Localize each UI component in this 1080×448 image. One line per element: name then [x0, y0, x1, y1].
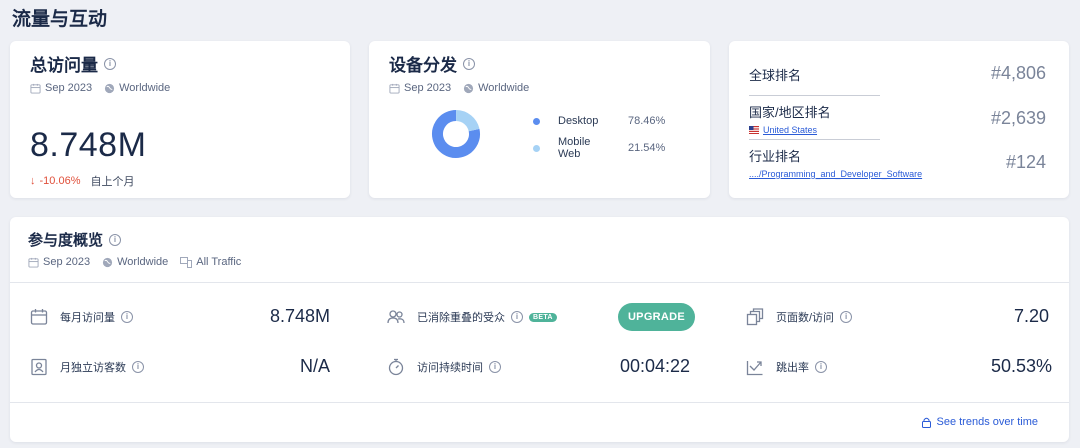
global-rank-value: #4,806 — [990, 63, 1046, 83]
legend-item-desktop[interactable]: Desktop 78.46% — [533, 115, 665, 127]
date-label: Sep 2023 — [45, 82, 93, 94]
visit-duration-metric: 访问持续时间 i — [387, 358, 501, 376]
device-donut-chart — [431, 109, 481, 164]
upgrade-button[interactable]: UPGRADE — [618, 303, 695, 331]
legend-item-mobile-web[interactable]: Mobile Web 21.54% — [533, 136, 665, 160]
visit-duration-value: 00:04:22 — [620, 356, 691, 376]
visits-change: ↓ -10.06% 自上个月 — [30, 175, 135, 188]
device-distribution-title: 设备分发 i — [389, 51, 690, 76]
beta-badge: BETA — [529, 312, 557, 322]
down-arrow-icon: ↓ — [30, 175, 36, 187]
monthly-visits-value: 8.748M — [270, 306, 331, 326]
total-visits-value: 8.748M — [30, 126, 147, 164]
info-icon[interactable]: i — [463, 57, 475, 70]
industry-link[interactable]: ..../Programming_and_Developer_Software — [749, 169, 1049, 179]
info-icon[interactable]: i — [104, 57, 116, 70]
device-distribution-card: 设备分发 i Sep 2023 Worldwide Desktop 78.46%… — [369, 41, 710, 198]
region-label: Worldwide — [117, 256, 169, 268]
info-icon[interactable]: i — [815, 361, 827, 373]
date-label: Sep 2023 — [404, 82, 452, 94]
divider — [749, 95, 880, 96]
globe-icon — [464, 83, 474, 93]
rankings-card: 全球排名 #4,806 国家/地区排名 #2,639 United States… — [729, 41, 1069, 198]
info-icon[interactable]: i — [121, 311, 133, 323]
unique-visitors-metric: 月独立访客数 i — [30, 358, 144, 376]
info-icon[interactable]: i — [511, 311, 523, 323]
region-label: Worldwide — [478, 82, 530, 94]
legend-dot — [533, 117, 540, 125]
engagement-overview-card: 参与度概览 i Sep 2023 Worldwide All Traffic 每… — [10, 217, 1069, 442]
traffic-label: All Traffic — [196, 256, 242, 268]
info-icon[interactable]: i — [132, 361, 144, 373]
monthly-visits-metric: 每月访问量 i — [30, 308, 133, 326]
country-rank-label: 国家/地区排名 — [749, 105, 831, 120]
pages-per-visit-metric: 页面数/访问 i — [746, 308, 853, 326]
calendar-icon — [28, 257, 39, 268]
section-title: 流量与互动 — [12, 9, 108, 30]
divider — [749, 139, 880, 140]
info-icon[interactable]: i — [489, 361, 501, 373]
globe-icon — [103, 257, 113, 267]
global-rank-row: 全球排名 #4,806 — [749, 63, 1049, 85]
bounce-rate-value: 50.53% — [991, 356, 1053, 376]
us-flag-icon — [749, 126, 759, 134]
industry-rank-value: #124 — [1005, 152, 1046, 172]
date-label: Sep 2023 — [43, 256, 91, 268]
visitor-id-icon — [31, 358, 47, 376]
engagement-title: 参与度概览 i — [28, 229, 1051, 250]
industry-rank-row: 行业排名 #124 ..../Programming_and_Developer… — [749, 146, 1049, 179]
calendar-icon — [30, 309, 48, 325]
country-rank-value: #2,639 — [990, 108, 1046, 128]
bounce-arrow-icon — [746, 361, 763, 376]
total-visits-title: 总访问量 i — [30, 51, 330, 76]
engagement-footer — [10, 402, 1069, 403]
deduplicated-audience-metric: 已消除重叠的受众 i BETA — [387, 308, 557, 326]
calendar-icon — [30, 83, 41, 94]
global-rank-label: 全球排名 — [749, 68, 802, 83]
device-legend: Desktop 78.46% Mobile Web 21.54% — [533, 115, 665, 169]
traffic-devices-icon — [180, 256, 193, 268]
legend-dot — [533, 144, 540, 152]
stopwatch-icon — [388, 358, 404, 376]
total-visits-card: 总访问量 i Sep 2023 Worldwide 8.748M ↓ -10.0… — [10, 41, 350, 198]
unique-visitors-value: N/A — [300, 356, 331, 376]
industry-rank-label: 行业排名 — [749, 149, 802, 164]
pages-per-visit-value: 7.20 — [1014, 306, 1050, 326]
info-icon[interactable]: i — [109, 233, 122, 246]
engagement-header: 参与度概览 i Sep 2023 Worldwide All Traffic — [10, 217, 1069, 283]
globe-icon — [105, 83, 115, 93]
region-label: Worldwide — [119, 82, 171, 94]
lock-icon — [921, 417, 931, 428]
country-rank-row: 国家/地区排名 #2,639 United States — [749, 102, 1049, 135]
info-icon[interactable]: i — [840, 311, 853, 323]
pages-icon — [746, 308, 764, 326]
bounce-rate-metric: 跳出率 i — [746, 358, 827, 376]
users-icon — [387, 310, 405, 324]
see-trends-link[interactable]: See trends over time — [921, 416, 1038, 428]
calendar-icon — [389, 83, 400, 94]
